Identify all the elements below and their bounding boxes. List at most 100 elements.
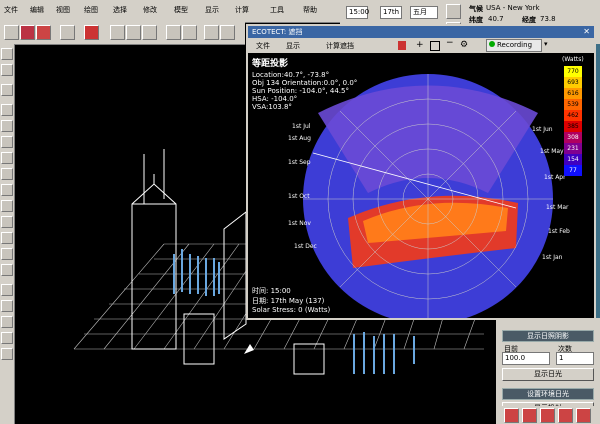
legend-swatch: 693 [564, 77, 582, 88]
door-icon[interactable] [1, 232, 13, 244]
materials-icon[interactable] [84, 25, 99, 40]
minus-icon[interactable]: − [446, 38, 454, 48]
reflection-icon[interactable] [142, 25, 157, 40]
menu-display[interactable]: 显示 [205, 5, 219, 15]
select-tool-icon[interactable] [4, 25, 19, 40]
cut-icon[interactable] [1, 316, 13, 328]
render-icon[interactable] [504, 408, 519, 423]
sun-path-icon[interactable] [110, 25, 125, 40]
info-icon[interactable] [576, 408, 591, 423]
legend-swatch: 231 [564, 143, 582, 154]
menu-model[interactable]: 模型 [174, 5, 188, 15]
menu-file[interactable]: 文件 [4, 5, 18, 15]
report-icon[interactable] [558, 408, 573, 423]
legend-swatch: 385 [564, 121, 582, 132]
zone-tool-icon[interactable] [36, 25, 51, 40]
node-tool-icon[interactable] [166, 25, 181, 40]
day-field[interactable]: 17th [380, 6, 402, 19]
menu-tools[interactable]: 工具 [270, 5, 284, 15]
roof-icon[interactable] [1, 184, 13, 196]
move-icon[interactable] [1, 64, 13, 76]
speaker-icon[interactable] [1, 300, 13, 312]
camera-icon[interactable] [1, 264, 13, 276]
print-icon[interactable] [540, 408, 555, 423]
object-tool-icon[interactable] [20, 25, 35, 40]
section-shadow-title: 显示日照阴影 [502, 330, 594, 342]
extrude-icon[interactable] [1, 332, 13, 344]
left-toolbar [0, 44, 15, 424]
month-label: 1st Dec [294, 243, 317, 250]
legend-unit-text: Watts [564, 56, 582, 63]
section-environment-title: 设置环境日光 [502, 388, 594, 400]
show-sun-button[interactable]: 显示日光 [502, 368, 594, 381]
box-icon[interactable] [1, 152, 13, 164]
legend-swatch: 616 [564, 88, 582, 99]
menu-edit[interactable]: 编辑 [30, 5, 44, 15]
month-select[interactable]: 五月 [410, 6, 438, 19]
menu-draw[interactable]: 绘图 [84, 5, 98, 15]
legend-unit: (Watts) [562, 56, 584, 63]
export-icon[interactable] [522, 408, 537, 423]
point-icon[interactable] [1, 104, 13, 116]
latitude-value: 40.7 [488, 15, 504, 23]
month-label: 1st Jul [292, 123, 311, 130]
grid-icon[interactable] [204, 25, 219, 40]
eco-menu-display[interactable]: 显示 [286, 41, 300, 51]
time-field[interactable]: 15:00 [346, 6, 369, 19]
ecotect-shading-window: ECOTECT: 遮挡 ✕ 文件 显示 计算遮挡 + − ⚙ Recording… [246, 24, 596, 320]
info-location: Location:40.7°, -73.8° [252, 71, 330, 79]
recording-label: Recording [497, 41, 533, 49]
small-buildings [183, 313, 325, 375]
chevron-down-icon[interactable]: ▾ [544, 40, 548, 48]
fit-icon[interactable] [430, 41, 440, 51]
arrow-tool-icon[interactable] [60, 25, 75, 40]
month-label: 1st Jan [542, 254, 563, 261]
current-value-field[interactable]: 100.0 [502, 352, 550, 365]
window-title: ECOTECT: 遮挡 [252, 28, 303, 36]
gear-icon[interactable]: ⚙ [460, 40, 468, 50]
legend-swatch: 539 [564, 99, 582, 110]
lock-icon[interactable] [398, 41, 406, 50]
menu-calculate[interactable]: 计算 [235, 5, 249, 15]
month-label: 1st Aug [288, 135, 311, 142]
line-icon[interactable] [1, 120, 13, 132]
info-orientation: Obj 134 Orientation:0.0°, 0.0° [252, 79, 358, 87]
bottom-icon-bar [496, 406, 600, 424]
window-icon[interactable] [1, 216, 13, 228]
appliance-icon[interactable] [1, 284, 13, 296]
menu-help[interactable]: 帮助 [303, 5, 317, 15]
count-value-field[interactable]: 1 [556, 352, 594, 365]
plus-icon[interactable]: + [416, 40, 424, 50]
legend-swatch: 308 [564, 132, 582, 143]
weather-label: 气候 [469, 5, 483, 13]
month-label: 1st Apr [544, 174, 566, 181]
eco-menu-file[interactable]: 文件 [256, 41, 270, 51]
rotate-icon[interactable] [1, 84, 13, 96]
close-icon[interactable]: ✕ [583, 26, 590, 38]
pointer-icon[interactable] [182, 25, 197, 40]
window-titlebar: ECOTECT: 遮挡 ✕ [248, 26, 594, 38]
recording-dropdown[interactable]: Recording [486, 39, 542, 52]
measure-icon[interactable] [1, 348, 13, 360]
month-label: 1st Sep [288, 159, 311, 166]
eco-menu-calculate[interactable]: 计算遮挡 [326, 41, 354, 51]
menu-bar: 文件 编辑 视图 绘图 选择 修改 模型 显示 计算 工具 帮助 [0, 0, 340, 23]
info-time: 时间: 15:00 [252, 287, 291, 295]
select-icon[interactable] [1, 48, 13, 60]
window-menu-bar: 文件 显示 计算遮挡 + − ⚙ Recording ▾ [248, 38, 594, 53]
legend-swatch: 770 [564, 66, 582, 77]
month-label: 1st Feb [548, 228, 570, 235]
menu-modify[interactable]: 修改 [143, 5, 157, 15]
plane-icon[interactable] [1, 136, 13, 148]
snap-icon[interactable] [220, 25, 235, 40]
wall-icon[interactable] [1, 168, 13, 180]
sun-icon[interactable] [446, 4, 461, 19]
menu-select[interactable]: 选择 [113, 5, 127, 15]
legend-swatch: 77 [564, 165, 582, 176]
bottom-info-block: 时间: 15:00 日期: 17th May (137) Solar Stres… [252, 286, 330, 314]
month-label: 1st Jun [532, 126, 553, 133]
light-icon[interactable] [1, 248, 13, 260]
menu-view[interactable]: 视图 [56, 5, 70, 15]
floor-icon[interactable] [1, 200, 13, 212]
shadow-icon[interactable] [126, 25, 141, 40]
